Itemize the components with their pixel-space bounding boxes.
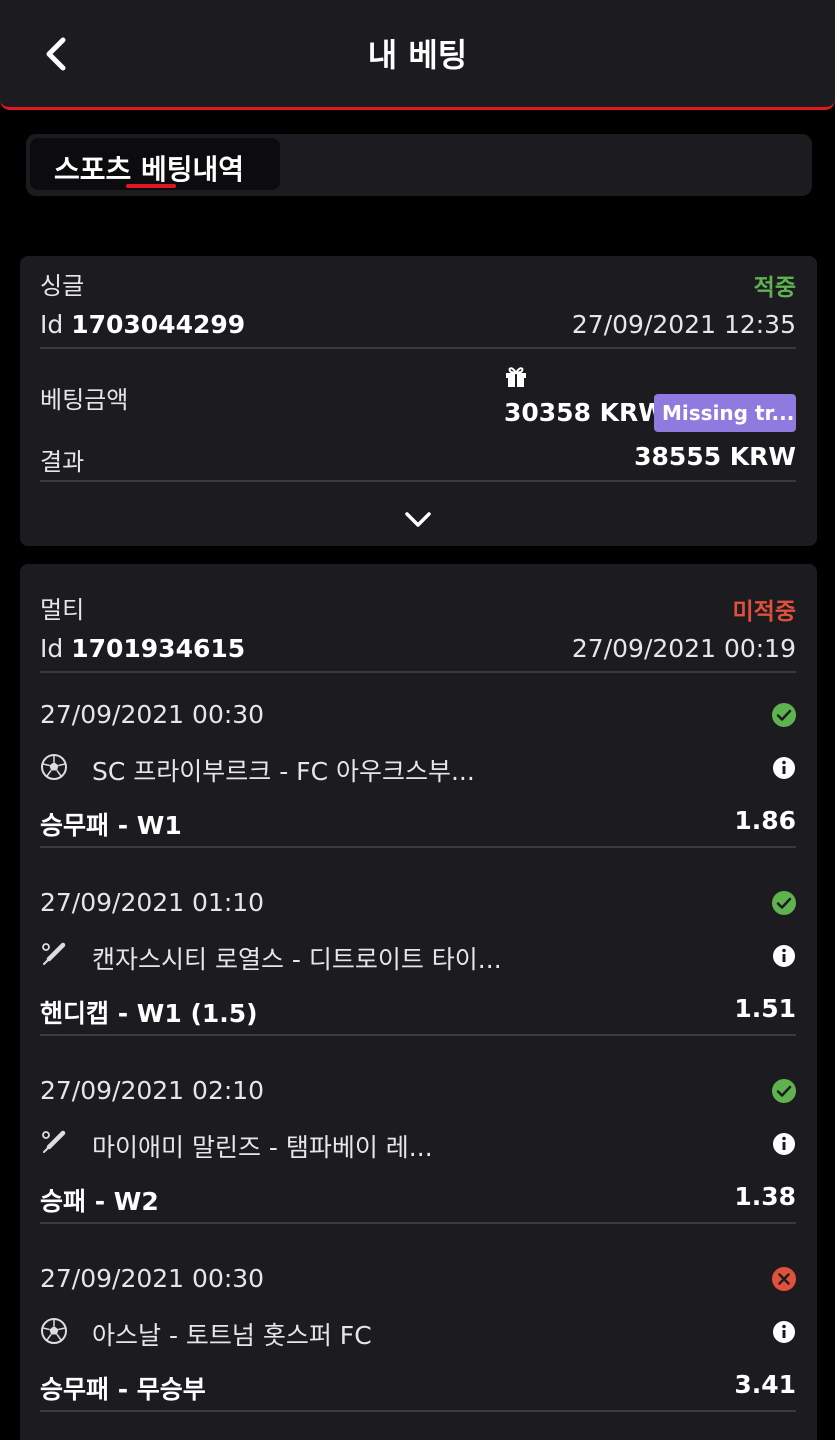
selection-odds: 1.38 bbox=[734, 1182, 796, 1211]
check-circle-icon bbox=[772, 891, 796, 915]
bet-id-value: 1701934615 bbox=[71, 634, 246, 663]
tab-sports-bet-history[interactable]: 스포츠 베팅내역 bbox=[30, 138, 280, 190]
stake-label: 베팅금액 bbox=[40, 386, 129, 414]
bet-id: Id 1703044299 bbox=[40, 310, 245, 339]
tab-bar: 스포츠 베팅내역 bbox=[26, 134, 812, 196]
selection-market: 핸디캡 - W1 (1.5) bbox=[40, 999, 258, 1028]
info-icon[interactable] bbox=[772, 756, 796, 780]
bet-type: 싱글 bbox=[40, 272, 85, 300]
check-circle-icon bbox=[772, 1079, 796, 1103]
divider bbox=[40, 347, 796, 349]
bet-type: 멀티 bbox=[40, 596, 85, 624]
selection-market: 승패 - W2 bbox=[40, 1187, 159, 1216]
bonus-badge: Missing tr... bbox=[654, 394, 796, 432]
selection-datetime: 27/09/2021 00:30 bbox=[40, 1264, 265, 1293]
divider bbox=[40, 1410, 796, 1412]
bet-status-badge: 미적중 bbox=[732, 599, 796, 625]
app-header: 내 베팅 bbox=[0, 0, 835, 110]
info-icon[interactable] bbox=[772, 944, 796, 968]
bet-card-single: 싱글 적중 Id 1703044299 27/09/2021 12:35 베팅금… bbox=[20, 256, 817, 546]
bet-id-value: 1703044299 bbox=[71, 310, 246, 339]
selection-datetime: 27/09/2021 02:10 bbox=[40, 1076, 265, 1105]
divider bbox=[40, 671, 796, 673]
gift-icon bbox=[506, 367, 526, 387]
divider bbox=[40, 846, 796, 848]
soccer-ball-icon bbox=[41, 1318, 67, 1344]
selection-odds: 3.41 bbox=[734, 1370, 796, 1399]
bet-datetime: 27/09/2021 12:35 bbox=[571, 310, 796, 339]
info-icon[interactable] bbox=[772, 1132, 796, 1156]
selection-match: 아스날 - 토트넘 홋스퍼 FC bbox=[92, 1321, 372, 1350]
divider bbox=[40, 1034, 796, 1036]
selection-market: 승무패 - W1 bbox=[40, 811, 182, 840]
selection-match: SC 프라이부르크 - FC 아우크스부... bbox=[92, 757, 475, 786]
cross-circle-icon bbox=[772, 1267, 796, 1291]
selection-match: 캔자스시티 로열스 - 디트로이트 타이... bbox=[92, 945, 502, 974]
bet-datetime: 27/09/2021 00:19 bbox=[571, 634, 796, 663]
divider bbox=[40, 480, 796, 482]
selection-match: 마이애미 말린즈 - 탬파베이 레... bbox=[92, 1133, 433, 1162]
bet-id: Id 1701934615 bbox=[40, 634, 245, 663]
check-circle-icon bbox=[772, 703, 796, 727]
result-value: 38555 KRW bbox=[634, 442, 796, 471]
result-label: 결과 bbox=[40, 448, 85, 476]
selection-market: 승무패 - 무승부 bbox=[40, 1375, 206, 1404]
active-tab-indicator bbox=[126, 184, 176, 188]
info-icon[interactable] bbox=[772, 1320, 796, 1344]
selection-odds: 1.51 bbox=[734, 994, 796, 1023]
selection-datetime: 27/09/2021 00:30 bbox=[40, 700, 265, 729]
bet-id-label: Id bbox=[40, 634, 64, 663]
selection-odds: 1.86 bbox=[734, 806, 796, 835]
divider bbox=[40, 1222, 796, 1224]
page-title: 내 베팅 bbox=[367, 36, 468, 74]
bet-status-badge: 적중 bbox=[753, 275, 796, 301]
baseball-bat-icon bbox=[42, 1130, 66, 1153]
bet-card-multi: 멀티 미적중 Id 1701934615 27/09/2021 00:19 27… bbox=[20, 564, 817, 1440]
selection-datetime: 27/09/2021 01:10 bbox=[40, 888, 265, 917]
bet-id-label: Id bbox=[40, 310, 64, 339]
baseball-bat-icon bbox=[42, 942, 66, 965]
stake-value: 30358 KRW bbox=[504, 398, 666, 427]
tab-label: 스포츠 베팅내역 bbox=[54, 153, 245, 186]
chevron-down-icon[interactable] bbox=[400, 506, 436, 534]
soccer-ball-icon bbox=[41, 754, 67, 780]
